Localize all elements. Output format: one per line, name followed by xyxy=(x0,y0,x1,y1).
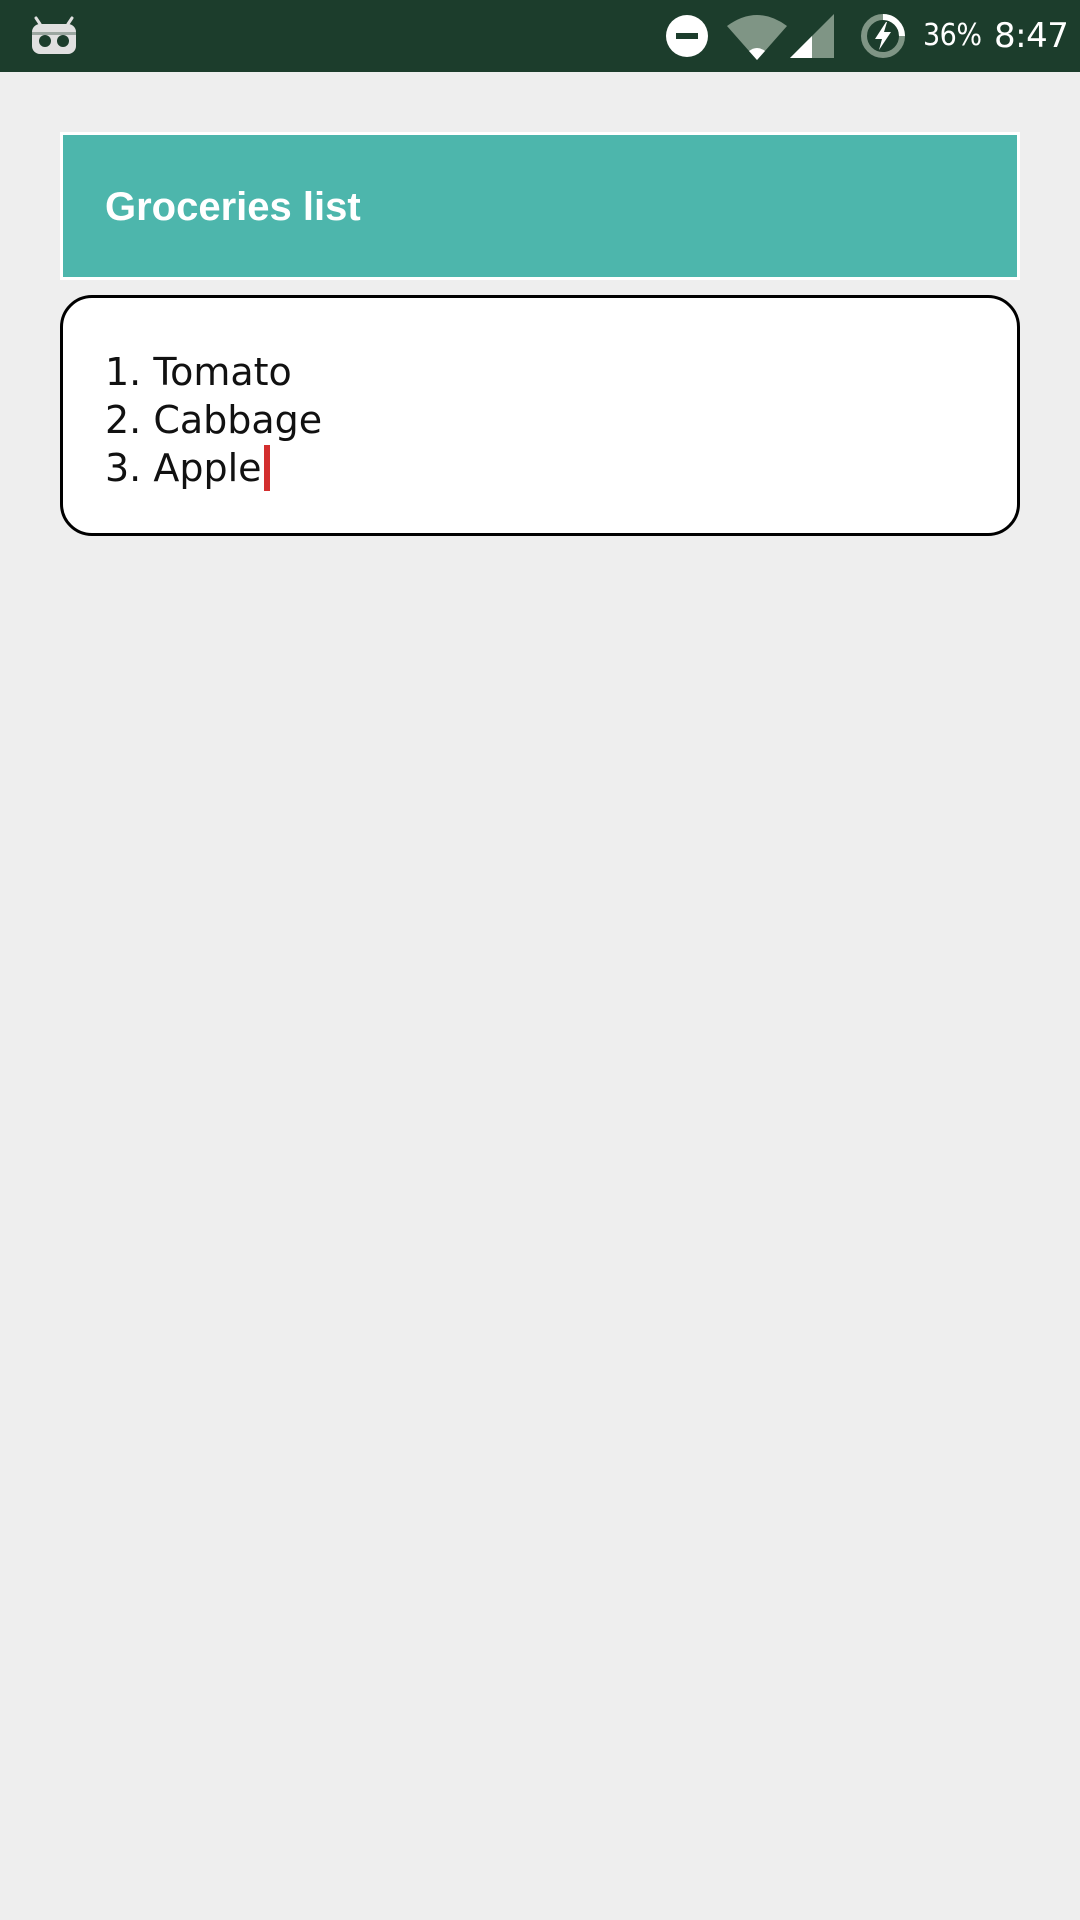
list-item-text: 3. Apple xyxy=(105,446,262,490)
list-item[interactable]: 1. Tomato xyxy=(105,348,322,396)
cell-signal-icon xyxy=(790,14,834,63)
list-item-text: 1. Tomato xyxy=(105,350,292,394)
status-bar: 36% 8:47 xyxy=(0,0,1080,72)
list-item[interactable]: 2. Cabbage xyxy=(105,396,322,444)
list-item[interactable]: 3. Apple xyxy=(105,444,322,492)
do-not-disturb-icon xyxy=(666,15,708,62)
list-text-editor[interactable]: 1. Tomato 2. Cabbage 3. Apple xyxy=(60,295,1020,536)
wifi-icon xyxy=(727,14,787,65)
battery-charging-icon xyxy=(859,12,907,65)
page-title: Groceries list xyxy=(105,185,361,229)
battery-percent: 36% xyxy=(923,18,982,53)
text-cursor xyxy=(263,445,270,491)
editor-lines: 1. Tomato 2. Cabbage 3. Apple xyxy=(105,348,322,492)
list-item-text: 2. Cabbage xyxy=(105,398,323,442)
list-header: Groceries list xyxy=(60,132,1020,280)
cyanogen-bot-icon xyxy=(30,14,78,58)
clock: 8:47 xyxy=(994,16,1069,56)
